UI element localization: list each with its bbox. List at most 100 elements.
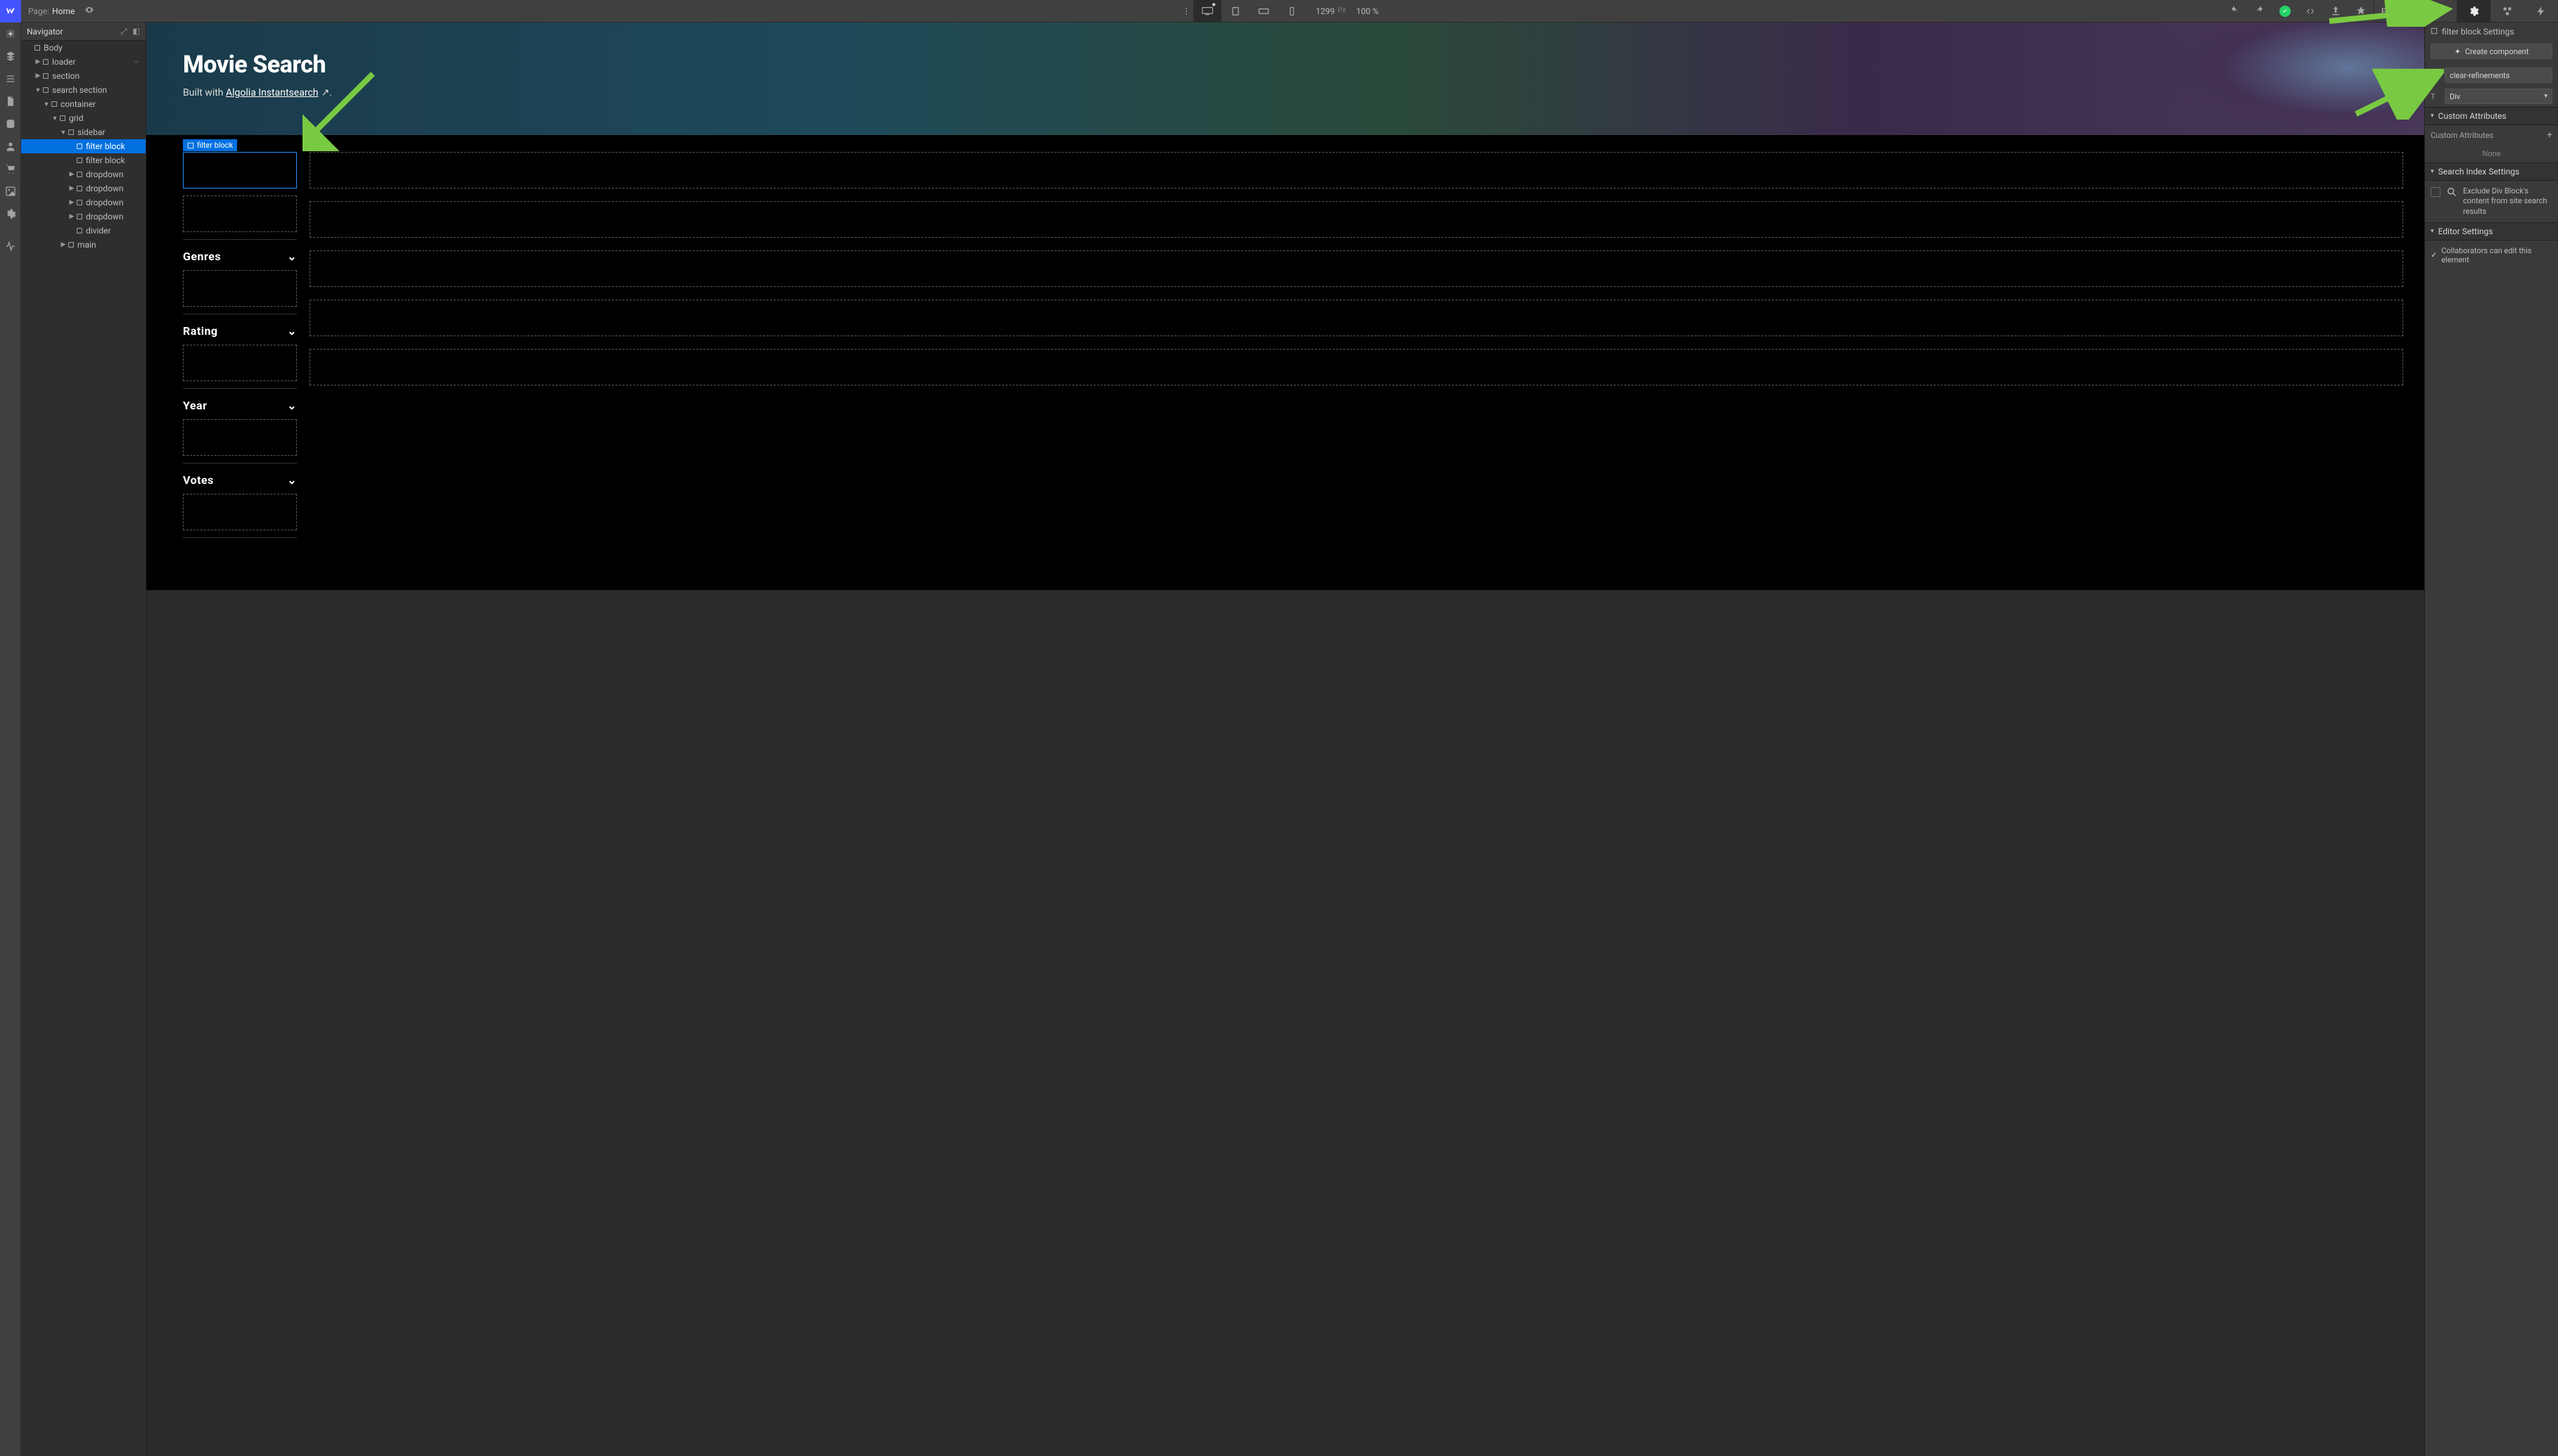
tree-item-label: grid — [69, 113, 84, 123]
page-name[interactable]: Home — [52, 6, 75, 16]
add-element-icon[interactable] — [0, 23, 21, 45]
settings-icon[interactable] — [0, 203, 21, 225]
more-breakpoints[interactable]: ⋮ — [1179, 6, 1193, 16]
caret-down-icon: ▾ — [2544, 93, 2547, 100]
audit-icon[interactable] — [2348, 0, 2374, 23]
publish-button[interactable]: Publish ▾ — [2374, 0, 2423, 23]
dropdown-header[interactable]: Rating ⌄ — [183, 324, 297, 338]
topbar-right: Publish ▾ — [2222, 0, 2558, 23]
caret-down-icon: ▾ — [2412, 8, 2415, 15]
exclude-checkbox[interactable] — [2431, 187, 2441, 197]
code-icon[interactable] — [2298, 0, 2323, 23]
assets-icon[interactable] — [0, 180, 21, 203]
collapse-icon[interactable]: ⤢ — [121, 27, 127, 37]
status-icon[interactable] — [2272, 0, 2298, 23]
tree-item[interactable]: ▼sidebar — [21, 125, 146, 139]
mobile-portrait-breakpoint[interactable] — [1278, 0, 1306, 23]
tree-item[interactable]: ▼search section — [21, 83, 146, 97]
custom-attributes-section[interactable]: ▾Custom Attributes — [2425, 107, 2558, 125]
add-attribute-icon[interactable]: + — [2547, 129, 2552, 141]
dropdown-header[interactable]: Votes⌄ — [183, 473, 297, 487]
content-block[interactable] — [310, 152, 2403, 189]
audit-rail-icon[interactable] — [0, 235, 21, 257]
interactions-tab[interactable] — [2524, 0, 2558, 23]
cms-icon[interactable] — [0, 113, 21, 135]
redo-icon[interactable] — [2247, 0, 2272, 23]
filter-block[interactable] — [183, 196, 297, 232]
hero-section: Movie Search Built with Algolia Instants… — [146, 23, 2424, 135]
collab-checkmark[interactable]: ✓ — [2431, 250, 2437, 260]
filter-block[interactable] — [183, 419, 297, 456]
tree-item[interactable]: ▶dropdown — [21, 210, 146, 224]
content-block[interactable] — [310, 250, 2403, 287]
content-block[interactable] — [310, 349, 2403, 385]
settings-panel: filter block Settings ✦ Create component… — [2424, 23, 2558, 1456]
filter-block-selected[interactable] — [183, 152, 297, 189]
hidden-icon[interactable]: 𝄐 — [134, 57, 139, 68]
mobile-landscape-breakpoint[interactable] — [1249, 0, 1278, 23]
tree-item[interactable]: filter block — [21, 153, 146, 167]
viewport-unit: PX — [1337, 7, 1346, 15]
filter-block[interactable] — [183, 494, 297, 530]
canvas[interactable]: Movie Search Built with Algolia Instants… — [146, 23, 2424, 1456]
navigator-icon[interactable] — [0, 68, 21, 90]
tree-item-label: section — [52, 71, 79, 81]
editor-settings-section[interactable]: ▾Editor Settings — [2425, 222, 2558, 241]
navigator-tree[interactable]: Body▶loader𝄐▶section▼search section▼cont… — [21, 41, 146, 1456]
filter-block[interactable] — [183, 270, 297, 307]
export-icon[interactable] — [2323, 0, 2348, 23]
tree-item[interactable]: ▼container — [21, 97, 146, 111]
div-block-icon — [68, 129, 75, 136]
content-block[interactable] — [310, 201, 2403, 238]
create-component-button[interactable]: ✦ Create component — [2431, 44, 2552, 59]
div-block-icon — [76, 199, 83, 206]
tree-item-label: dropdown — [86, 212, 124, 222]
pages-icon[interactable] — [0, 90, 21, 113]
tree-item[interactable]: divider — [21, 224, 146, 238]
collab-text: Collaborators can edit this element — [2441, 246, 2552, 264]
viewport-px: 1299 — [1316, 6, 1335, 16]
tree-item[interactable]: ▶dropdown — [21, 196, 146, 210]
divider — [183, 537, 297, 538]
tree-item[interactable]: filter block — [21, 139, 146, 153]
div-block-icon — [34, 44, 41, 51]
tree-item[interactable]: ▼grid — [21, 111, 146, 125]
dropdown-header[interactable]: Genres⌄ — [183, 250, 297, 263]
symbols-icon[interactable] — [0, 45, 21, 68]
dropdown-header[interactable]: Year⌄ — [183, 399, 297, 412]
chevron-down-icon: ⌄ — [287, 324, 297, 338]
dropdown-label: Genres — [183, 250, 221, 263]
hero-subtitle: Built with Algolia Instantsearch↗. — [183, 87, 2424, 98]
style-manager-tab[interactable] — [2490, 0, 2524, 23]
tree-item-label: divider — [86, 226, 111, 236]
tree-item[interactable]: Body — [21, 41, 146, 55]
users-icon[interactable] — [0, 135, 21, 158]
div-block-icon — [76, 185, 83, 192]
settings-panel-tab[interactable] — [2457, 0, 2490, 23]
style-panel-tab[interactable] — [2423, 0, 2457, 23]
div-block-icon — [42, 72, 49, 79]
dock-icon[interactable]: ◧ — [133, 27, 140, 36]
div-block-icon — [42, 87, 49, 94]
webflow-logo[interactable] — [0, 0, 21, 23]
tree-item[interactable]: ▶dropdown — [21, 167, 146, 181]
tree-item[interactable]: ▶loader𝄐 — [21, 55, 146, 69]
viewport-info[interactable]: 1299 PX 100 % — [1316, 6, 1378, 16]
selection-tag[interactable]: filter block — [183, 139, 237, 151]
id-input[interactable]: clear-refinements — [2445, 68, 2552, 83]
tree-item[interactable]: ▶main — [21, 238, 146, 252]
tree-item[interactable]: ▶section — [21, 69, 146, 83]
tablet-breakpoint[interactable] — [1221, 0, 1249, 23]
search-index-section[interactable]: ▾Search Index Settings — [2425, 162, 2558, 181]
ecommerce-icon[interactable] — [0, 158, 21, 180]
undo-icon[interactable] — [2222, 0, 2247, 23]
filter-block[interactable] — [183, 345, 297, 381]
tree-item[interactable]: ▶dropdown — [21, 181, 146, 196]
algolia-link[interactable]: Algolia Instantsearch — [226, 87, 318, 98]
preview-icon[interactable] — [84, 5, 94, 17]
dropdown-label: Rating — [183, 324, 218, 338]
tree-item-label: dropdown — [86, 198, 124, 207]
tag-select[interactable]: Div ▾ — [2445, 89, 2552, 104]
content-block[interactable] — [310, 300, 2403, 336]
desktop-breakpoint[interactable]: ★ — [1193, 0, 1221, 23]
